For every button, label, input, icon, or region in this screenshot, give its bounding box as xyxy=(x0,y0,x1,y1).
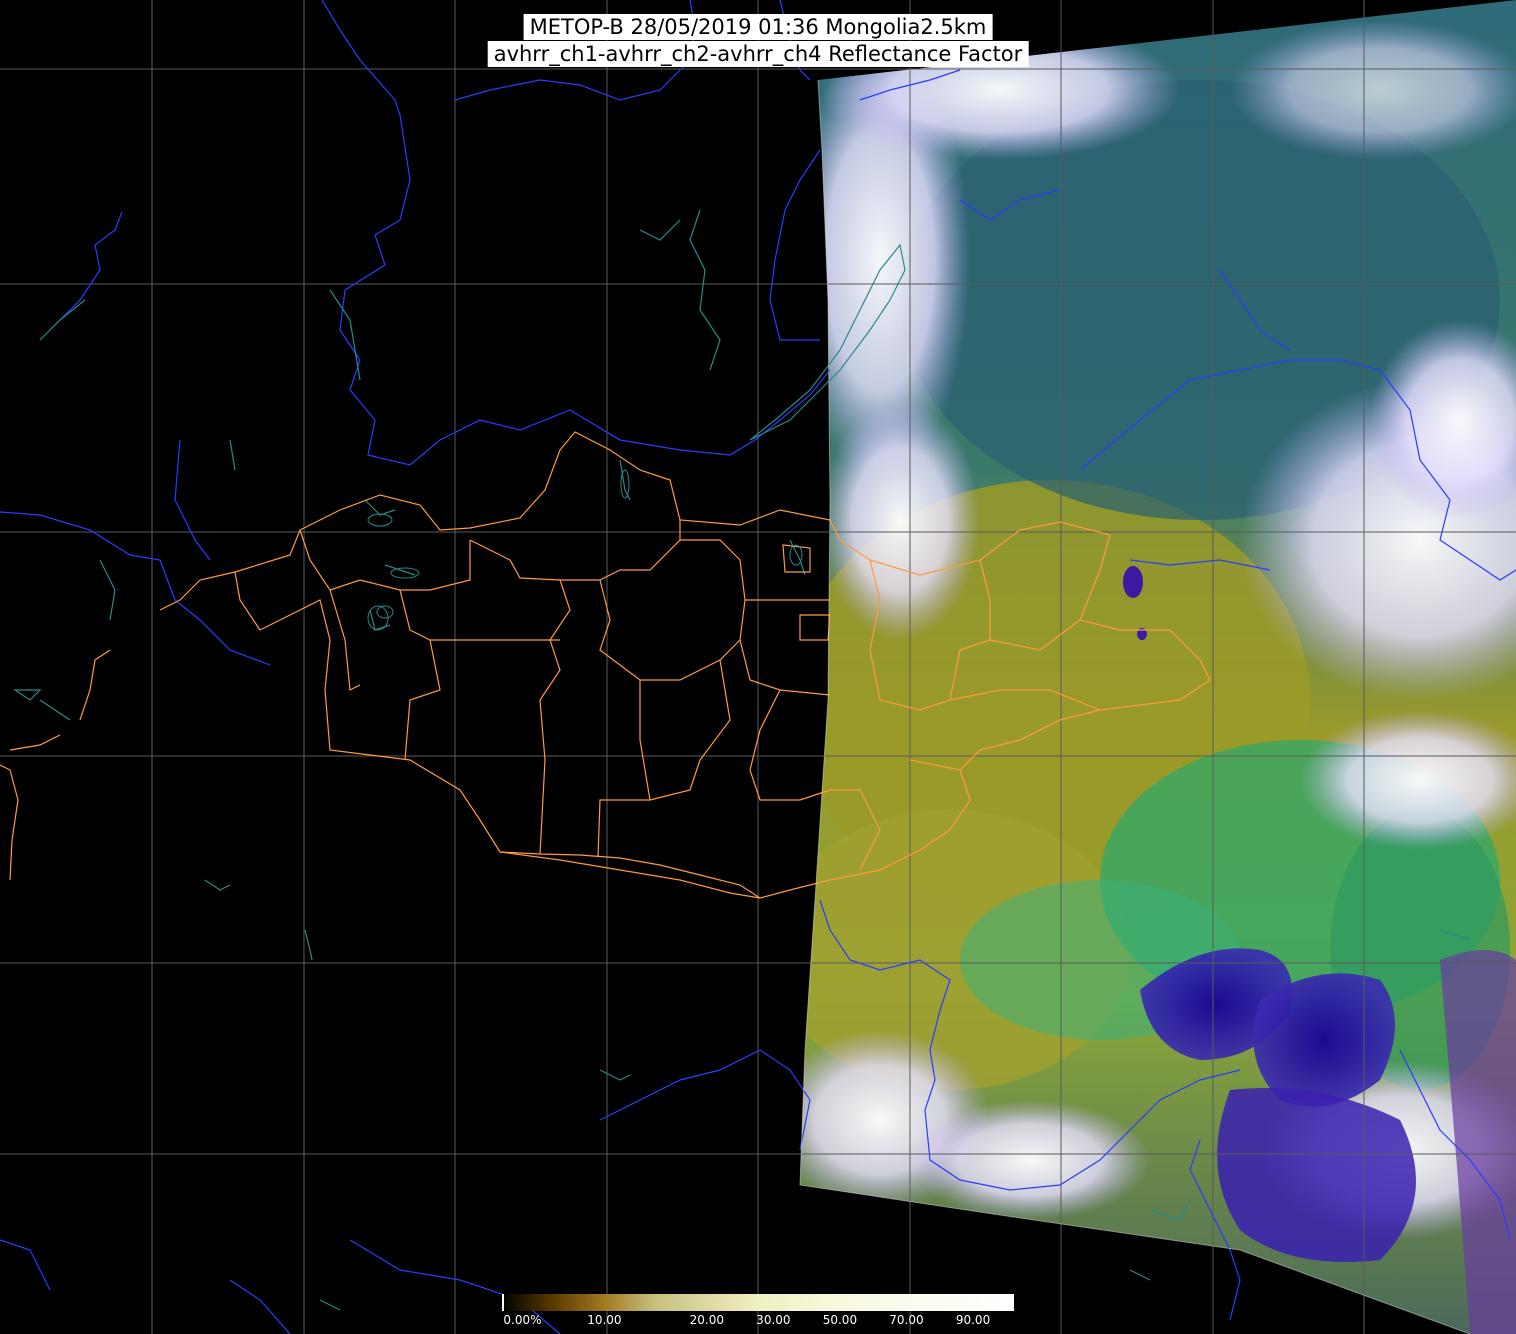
satellite-map xyxy=(0,0,1516,1334)
title-line-1: METOP-B 28/05/2019 01:36 Mongolia2.5km xyxy=(523,14,993,40)
colorbar-tick-label: 0.00% xyxy=(503,1313,542,1327)
colorbar-tick-label: 70.00 xyxy=(889,1313,924,1327)
colorbar-tick-label: 30.00 xyxy=(756,1313,791,1327)
colorbar-tick-label: 10.00 xyxy=(587,1313,622,1327)
colorbar-gradient xyxy=(502,1294,1014,1311)
title-line-2: avhrr_ch1-avhrr_ch2-avhrr_ch4 Reflectanc… xyxy=(487,41,1029,67)
colorbar-tick-label: 50.00 xyxy=(822,1313,858,1327)
colorbar-tick-label: 20.00 xyxy=(689,1313,724,1327)
colorbar-tick-label: 90.00 xyxy=(955,1313,991,1327)
satellite-swath xyxy=(800,0,1516,1334)
colorbar: 0.00% 10.00 20.00 30.00 50.00 70.00 90.00 xyxy=(502,1294,1014,1334)
